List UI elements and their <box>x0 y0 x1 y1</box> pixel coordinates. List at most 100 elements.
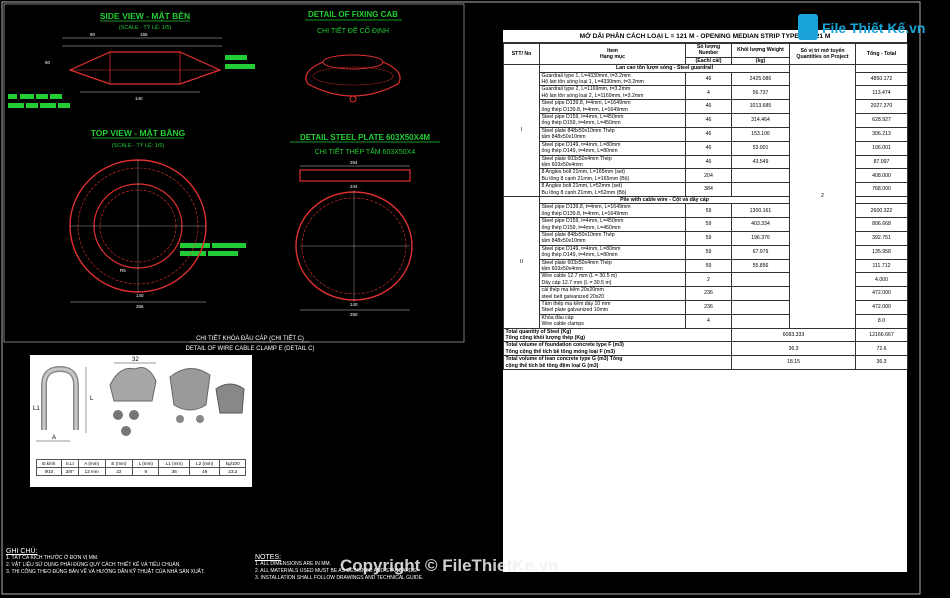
header-quantities: Số vị trí mở tuyến Quantities on Project <box>789 42 856 66</box>
total-cell: 106.001 <box>855 140 908 156</box>
total-cell: 768.000 <box>855 182 908 197</box>
item-cell: 8 Angles bolt 21mm, L=165mm (set) Bu lông… <box>539 168 686 184</box>
clamp-spec-table: Đ.kính S.Lt A (mm) E (mm) L (mm) L1 (mm)… <box>36 459 246 476</box>
item-cell: Guardrail type 1, L=4330mm, t=3.2mm Hộ la… <box>539 71 686 87</box>
summary-row: Total quantity of Steel (Kg) Tổng cộng kh… <box>503 327 908 343</box>
weight-cell: 53.001 <box>731 140 790 156</box>
item-cell: Steel plate 848x50x10mm Thép tấm 848x50x1… <box>539 126 686 142</box>
total-cell: 472.000 <box>855 300 908 315</box>
number-cell: 59 <box>685 203 732 219</box>
item-cell: Tấm thép mạ kẽm dày 10 mm Steel plate gal… <box>539 300 686 315</box>
number-cell: 384 <box>685 182 732 197</box>
total-cell: 87.097 <box>855 154 908 170</box>
svg-text:50: 50 <box>45 60 51 65</box>
section-total-empty <box>855 64 908 73</box>
total-cell: 2600.322 <box>855 203 908 219</box>
item-cell: 8 Angles bolt 21mm, L=52mm (set) Bu lông … <box>539 182 686 197</box>
fixing-cab-subtitle: CHI TIẾT ĐẾ CỐ ĐỊNH <box>317 25 389 35</box>
section-title: Lan can tôn lượn sóng - Steel guardrail <box>539 64 790 73</box>
total-cell: 113.474 <box>855 85 908 101</box>
summary-label: Total volume of lean concrete type G (m3… <box>503 355 732 371</box>
summary-weight: 36.3 <box>731 341 856 357</box>
total-cell: 806.668 <box>855 217 908 232</box>
steel-plate-subtitle: CHI TIẾT THÉP TẤM 603X50X4 <box>315 146 416 156</box>
total-cell: 111.712 <box>855 258 908 274</box>
weight-cell: 56.737 <box>731 85 790 101</box>
item-cell: Steel pipe D159, t=4mm, L=450mm ống thép … <box>539 113 686 128</box>
summary-total: 36.3 <box>855 355 908 371</box>
svg-text:165: 165 <box>140 32 148 37</box>
header-number: Số lượng Number <box>685 43 732 58</box>
number-cell: 236 <box>685 286 732 302</box>
quantities-on-project: 2 <box>789 64 856 329</box>
number-cell: 46 <box>685 140 732 156</box>
summary-label: Total volume of foundation concrete type… <box>503 341 732 357</box>
weight-cell: 1013.685 <box>731 99 790 115</box>
section-total-empty <box>855 195 908 205</box>
item-cell: Guardrail type 2, L=1169mm, t=3.2mm Hộ la… <box>539 85 686 101</box>
weight-cell: 314.464 <box>731 113 790 128</box>
svg-text:L: L <box>90 396 94 402</box>
top-view-drawing: TOP VIEW - MẶT BẰNG (SCALE - TỶ LỆ: 1/5)… <box>69 128 207 309</box>
number-cell: 59 <box>685 217 732 232</box>
total-cell: 2027.370 <box>855 99 908 115</box>
svg-text:A: A <box>52 435 56 441</box>
header-number-unit: (Each/ cái) <box>685 56 732 66</box>
notes-left-line: 1. TẤT CẢ KÍCH THƯỚC Ở ĐƠN VỊ MM. <box>6 555 99 561</box>
brand-logo: File Thiết Kế.vn <box>796 12 936 42</box>
header-total: Tổng - Total <box>855 42 908 66</box>
item-cell: Steel plate 603x50x4mm Thép tấm 603x50x4m… <box>539 258 686 274</box>
fixing-cab-drawing: DETAIL OF FIXING CAB CHI TIẾT ĐẾ CỐ ĐỊNH <box>305 10 402 103</box>
weight-cell <box>731 272 790 288</box>
item-cell: Khóa đầu cáp Wire cable clamps <box>539 313 686 329</box>
total-cell: 135.958 <box>855 244 908 260</box>
total-cell: 4850.172 <box>855 71 908 87</box>
top-view-title: TOP VIEW - MẶT BẰNG <box>91 128 186 138</box>
total-cell: 4.000 <box>855 272 908 288</box>
number-cell: 236 <box>685 300 732 315</box>
number-cell: 46 <box>685 71 732 87</box>
number-cell: 204 <box>685 168 732 184</box>
number-cell: 46 <box>685 99 732 115</box>
svg-text:250: 250 <box>350 312 358 317</box>
weight-cell: 55.856 <box>731 258 790 274</box>
item-cell: Steel pipe D149, t=4mm, L=80mm ống thép D… <box>539 140 686 156</box>
weight-cell: 153.106 <box>731 126 790 142</box>
weight-cell <box>731 300 790 315</box>
wire-clamp-photo: A L1 L 32 Đ.kính S.Lt A (mm) E (mm) L (m… <box>30 355 252 487</box>
item-cell: Steel plate 603x50x4mm Thép tấm 603x50x4m… <box>539 154 686 170</box>
weight-cell: 1300.161 <box>731 203 790 219</box>
number-cell: 59 <box>685 230 732 246</box>
notes-right-line: 3. INSTALLATION SHALL FOLLOW DRAWINGS AN… <box>255 575 424 581</box>
weight-cell: 196.376 <box>731 230 790 246</box>
wire-clamp-title-vi: CHI TIẾT KHÓA ĐẦU CÁP (CHI TIẾT C) <box>196 335 304 342</box>
quantity-table: STT/ No Item Hạng mục Số lượng Number Khối l… <box>503 42 908 371</box>
logo-text: File Thiết Kế.vn <box>822 20 925 36</box>
item-cell: cái thép mạ kẽm 20x20mm steel belt galvan… <box>539 286 686 302</box>
summary-row: Total volume of lean concrete type G (m3… <box>503 355 908 371</box>
svg-text:140: 140 <box>135 96 143 101</box>
summary-total: 72.6 <box>855 341 908 357</box>
notes-left-title: GHI CHÚ: <box>6 548 38 555</box>
wire-clamp-title-en: DETAIL OF WIRE CABLE CLAMP E (DETAIL C) <box>186 346 315 352</box>
summary-weight: 18.15 <box>731 355 856 371</box>
weight-cell: 43.549 <box>731 154 790 170</box>
summary-total: 12166.667 <box>855 327 908 343</box>
wire-clamp-titles: CHI TIẾT KHÓA ĐẦU CÁP (CHI TIẾT C) DETAI… <box>186 335 315 352</box>
total-cell: 392.751 <box>855 230 908 246</box>
svg-text:140: 140 <box>136 293 144 298</box>
svg-text:80: 80 <box>90 32 96 37</box>
notes-left-line: 3. THI CÔNG THEO ĐÚNG BẢN VẼ VÀ HƯỚNG DẪ… <box>6 569 205 575</box>
svg-text:R5: R5 <box>120 268 126 273</box>
number-cell: 4 <box>685 313 732 329</box>
logo-mark <box>798 14 818 40</box>
header-weight: Khối lượng Weight <box>731 43 790 58</box>
svg-text:254: 254 <box>350 160 358 165</box>
steel-plate-title: DETAIL STEEL PLATE 603X50X4M <box>300 133 430 142</box>
svg-text:L1: L1 <box>33 406 40 412</box>
item-cell: Steel plate 848x50x10mm Thép tấm 848x50x1… <box>539 230 686 246</box>
header-weight-unit: (kg) <box>731 56 790 66</box>
weight-cell <box>731 313 790 329</box>
section-title: Pile with cable wire - Cột và dây cáp <box>539 195 790 205</box>
section-number: II <box>503 195 540 329</box>
